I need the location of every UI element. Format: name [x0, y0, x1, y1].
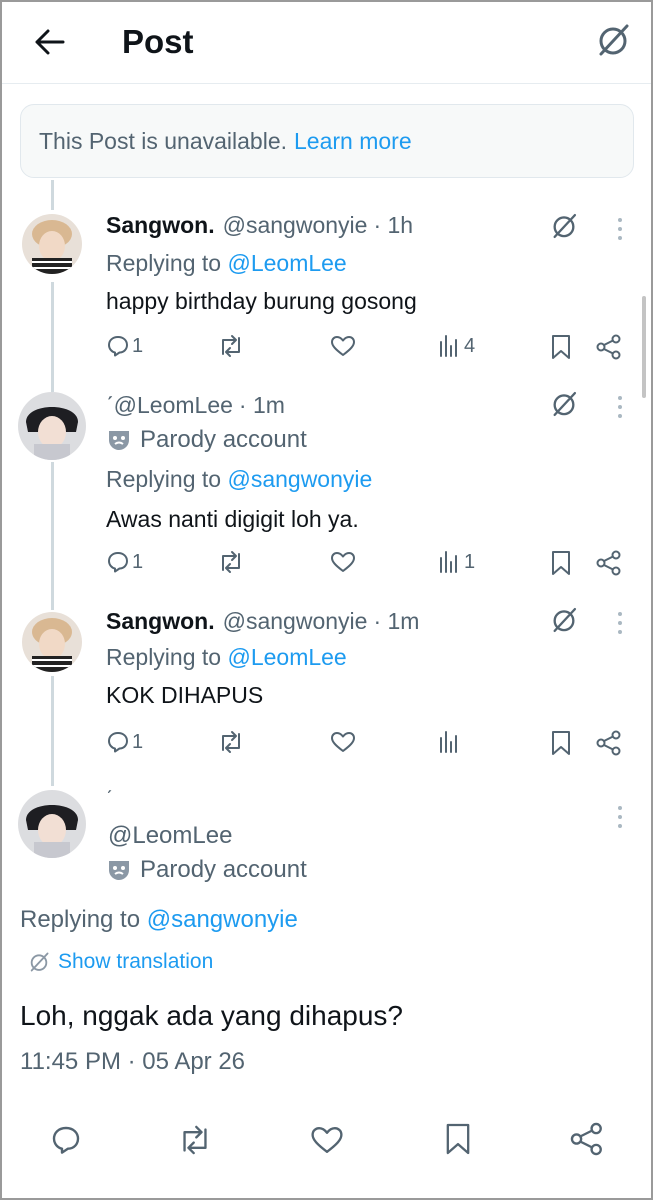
- replying-to: Replying to @LeomLee: [106, 250, 347, 277]
- bookmark-icon[interactable]: [550, 334, 572, 360]
- mention-link[interactable]: @sangwonyie: [147, 906, 298, 933]
- grok-icon[interactable]: [550, 606, 578, 634]
- replying-label: Replying to: [106, 644, 222, 670]
- avatar[interactable]: [22, 612, 82, 672]
- more-icon[interactable]: [616, 218, 624, 246]
- repost-icon[interactable]: [218, 334, 244, 358]
- avatar[interactable]: [18, 392, 86, 460]
- views-icon: [440, 731, 457, 753]
- like-icon[interactable]: [310, 1124, 344, 1156]
- arrow-left-icon: [35, 29, 65, 55]
- parody-label: Parody account: [106, 426, 307, 454]
- post-time: · 1m: [238, 392, 285, 418]
- more-icon[interactable]: [616, 396, 624, 424]
- more-icon[interactable]: [616, 806, 624, 834]
- like-icon[interactable]: [330, 730, 356, 754]
- post-timestamp[interactable]: 11:45 PM · 05 Apr 26: [20, 1048, 245, 1076]
- thread-line: [51, 676, 54, 786]
- translate-label: Show translation: [58, 950, 214, 973]
- learn-more-link[interactable]: Learn more: [294, 128, 412, 155]
- reply-text: KOK DIHAPUS: [106, 682, 264, 708]
- grok-icon[interactable]: [550, 212, 578, 240]
- author-row: ˊ@LeomLee · 1m: [106, 392, 285, 419]
- views-button[interactable]: [438, 730, 464, 754]
- view-count: 1: [464, 550, 476, 573]
- replying-label: Replying to: [106, 250, 222, 276]
- parody-label: Parody account: [106, 856, 307, 884]
- page-title: Post: [122, 23, 194, 60]
- post-time: · 1m: [373, 608, 420, 634]
- share-icon[interactable]: [596, 334, 622, 360]
- comment-icon: [108, 732, 128, 753]
- thread-line: [51, 180, 54, 210]
- avatar[interactable]: [22, 214, 82, 274]
- scrollbar[interactable]: [642, 296, 646, 398]
- comment-icon: [108, 552, 128, 573]
- views-button[interactable]: 1: [438, 550, 475, 574]
- parody-mask-icon: [109, 861, 129, 880]
- author-row: Sangwon. @sangwonyie · 1h: [106, 212, 413, 239]
- replying-to: Replying to @sangwonyie: [106, 466, 372, 493]
- reply-count: 1: [132, 550, 144, 573]
- reply-count: 1: [132, 730, 144, 753]
- mention-link[interactable]: @sangwonyie: [227, 466, 372, 492]
- grok-icon: [30, 952, 49, 972]
- unavailable-banner: This Post is unavailable. Learn more: [20, 104, 634, 178]
- mention-link[interactable]: @LeomLee: [227, 250, 346, 276]
- views-button[interactable]: 4: [438, 334, 475, 358]
- replying-to: Replying to @LeomLee: [106, 644, 347, 671]
- mention-link[interactable]: @LeomLee: [227, 644, 346, 670]
- post-time: · 1h: [373, 212, 414, 238]
- author-name[interactable]: ˊ: [106, 788, 113, 811]
- reply-button[interactable]: 1: [106, 550, 143, 574]
- comment-icon: [108, 336, 128, 357]
- reply-button[interactable]: 1: [106, 730, 143, 754]
- share-icon[interactable]: [596, 730, 622, 756]
- avatar[interactable]: [18, 790, 86, 858]
- like-icon[interactable]: [330, 334, 356, 358]
- bookmark-icon[interactable]: [550, 550, 572, 576]
- author-handle[interactable]: ˊ@LeomLee: [106, 392, 233, 419]
- reply-count: 1: [132, 334, 144, 357]
- repost-icon[interactable]: [178, 1124, 212, 1156]
- share-icon[interactable]: [570, 1122, 604, 1156]
- top-bar: Post: [2, 2, 651, 84]
- back-button[interactable]: [28, 20, 72, 64]
- parody-text: Parody account: [140, 426, 307, 453]
- like-icon[interactable]: [330, 550, 356, 574]
- views-icon: [440, 551, 457, 573]
- grok-icon[interactable]: [550, 390, 578, 418]
- show-translation-button[interactable]: Show translation: [28, 950, 213, 974]
- share-icon[interactable]: [596, 550, 622, 576]
- author-row: Sangwon. @sangwonyie · 1m: [106, 608, 419, 635]
- author-handle[interactable]: @LeomLee: [108, 822, 232, 850]
- replying-label: Replying to: [20, 906, 141, 933]
- parody-mask-icon: [109, 431, 129, 450]
- parody-text: Parody account: [140, 856, 307, 883]
- replying-label: Replying to: [106, 466, 222, 492]
- more-icon[interactable]: [616, 612, 624, 640]
- author-handle[interactable]: @sangwonyie: [223, 608, 368, 635]
- reply-text: Awas nanti digigit loh ya.: [106, 506, 359, 532]
- author-handle[interactable]: @sangwonyie: [223, 212, 368, 239]
- comment-icon[interactable]: [50, 1124, 82, 1156]
- views-icon: [440, 335, 457, 357]
- replying-to: Replying to @sangwonyie: [20, 906, 298, 934]
- repost-icon[interactable]: [218, 550, 244, 574]
- view-count: 4: [464, 334, 476, 357]
- thread-line: [51, 282, 54, 392]
- bookmark-icon[interactable]: [444, 1122, 472, 1156]
- bookmark-icon[interactable]: [550, 730, 572, 756]
- grok-icon: [599, 24, 629, 56]
- grok-button[interactable]: [591, 18, 635, 62]
- author-name[interactable]: Sangwon.: [106, 212, 215, 239]
- post-action-bar: [2, 1100, 651, 1180]
- author-name[interactable]: Sangwon.: [106, 608, 215, 635]
- reply-button[interactable]: 1: [106, 334, 143, 358]
- repost-icon[interactable]: [218, 730, 244, 754]
- banner-text: This Post is unavailable.: [39, 127, 288, 154]
- thread-line: [51, 462, 54, 610]
- reply-text: happy birthday burung gosong: [106, 288, 417, 314]
- post-text: Loh, nggak ada yang dihapus?: [20, 1000, 403, 1031]
